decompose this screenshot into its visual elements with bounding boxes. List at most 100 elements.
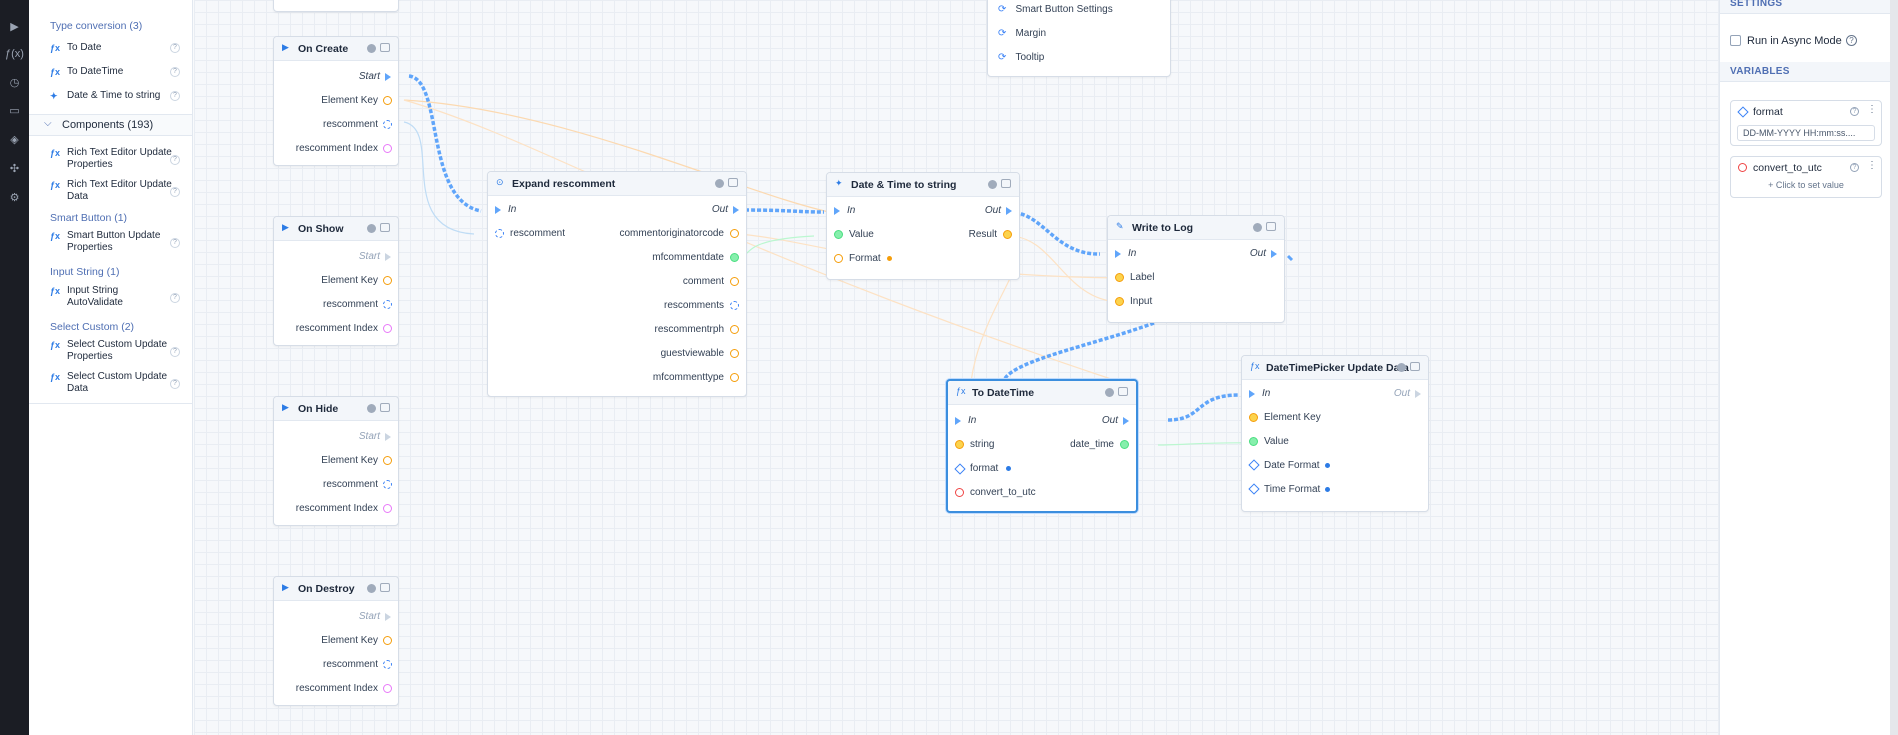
node-header[interactable]: ▶ On Destroy (274, 577, 398, 601)
info-icon[interactable] (367, 44, 376, 53)
comment-icon[interactable] (1410, 362, 1420, 371)
info-icon[interactable] (715, 179, 724, 188)
node-header[interactable]: ▶ On Hide (274, 397, 398, 421)
menu-item-tooltip[interactable]: ⟳ Tooltip (998, 51, 1044, 63)
library-item-rte-update-properties[interactable]: ƒx Rich Text Editor Update Properties ? (50, 147, 190, 171)
help-icon[interactable]: ? (170, 379, 180, 389)
library-item-to-datetime[interactable]: ƒx To DateTime ? (50, 66, 190, 78)
comment-icon[interactable] (1266, 222, 1276, 231)
comment-icon[interactable] (380, 43, 390, 52)
exec-in-pin[interactable] (495, 206, 501, 214)
info-icon[interactable] (1253, 223, 1262, 232)
node-header[interactable]: ⊙ Expand rescomment (488, 172, 746, 196)
exec-out-pin[interactable] (1271, 250, 1277, 258)
play-icon[interactable]: ▶ (0, 16, 29, 38)
comment-icon[interactable] (380, 223, 390, 232)
data-pin-blue[interactable] (383, 300, 392, 309)
id-card-icon[interactable]: ▭ (0, 100, 29, 122)
data-pin-orange[interactable] (383, 636, 392, 645)
node-datetime-to-string[interactable]: ✦ Date & Time to string In Out Value Res… (826, 172, 1020, 280)
info-icon[interactable] (367, 224, 376, 233)
help-icon[interactable]: ? (1846, 35, 1857, 46)
exec-out-pin[interactable] (733, 206, 739, 214)
exec-out-pin[interactable] (385, 73, 391, 81)
library-item-rte-update-data[interactable]: ƒx Rich Text Editor Update Data ? (50, 179, 190, 203)
data-pin-diamond[interactable] (1248, 483, 1260, 495)
data-pin-orange[interactable] (955, 440, 964, 449)
data-pin-orange[interactable] (730, 349, 739, 358)
exec-in-pin[interactable] (1115, 250, 1121, 258)
help-icon[interactable]: ? (170, 43, 180, 53)
node-datetimepicker-update-data[interactable]: ƒx DateTimePicker Update Data In Out Ele… (1241, 355, 1429, 512)
data-pin-blue[interactable] (383, 120, 392, 129)
node-header[interactable]: ƒx DateTimePicker Update Data (1242, 356, 1428, 380)
more-icon[interactable]: ⋮ (1867, 104, 1877, 115)
data-pin-orange[interactable] (1003, 230, 1012, 239)
comment-icon[interactable] (728, 178, 738, 187)
data-pin-orange[interactable] (730, 277, 739, 286)
node-header[interactable]: ƒx To DateTime (948, 381, 1136, 405)
help-icon[interactable]: ? (1850, 107, 1859, 116)
node-to-datetime[interactable]: ƒx To DateTime In Out string date_time f… (946, 379, 1138, 513)
exec-out-pin[interactable] (1123, 417, 1129, 425)
shapes-icon[interactable]: ◈ (0, 129, 29, 151)
data-pin-orange[interactable] (730, 373, 739, 382)
variable-card-format[interactable]: format ? ⋮ DD-MM-YYYY HH:mm:ss.... (1730, 100, 1882, 146)
data-pin-diamond[interactable] (954, 463, 966, 475)
data-pin-green[interactable] (730, 253, 739, 262)
help-icon[interactable]: ? (170, 91, 180, 101)
flow-canvas[interactable]: ⟳ Smart Button Settings ⟳ Margin ⟳ Toolt… (194, 0, 1719, 735)
exec-out-pin[interactable] (1415, 390, 1421, 398)
components-section-toggle[interactable]: ⌵ Components (193) (29, 114, 192, 136)
node-write-to-log[interactable]: ✎ Write to Log In Out Label Input (1107, 215, 1285, 323)
comment-icon[interactable] (1118, 387, 1128, 396)
exec-in-pin[interactable] (834, 207, 840, 215)
exec-out-pin[interactable] (385, 613, 391, 621)
library-item-smart-button-update-properties[interactable]: ƒx Smart Button Update Properties ? (50, 230, 190, 254)
data-pin-blue[interactable] (730, 301, 739, 310)
menu-item-margin[interactable]: ⟳ Margin (998, 27, 1046, 39)
info-icon[interactable] (988, 180, 997, 189)
node-header[interactable]: ▶ On Show (274, 217, 398, 241)
event-node-on-hide[interactable]: ▶ On Hide Start Element Key rescomment r… (273, 396, 399, 526)
help-icon[interactable]: ? (170, 293, 180, 303)
exec-in-pin[interactable] (1249, 390, 1255, 398)
data-pin-green[interactable] (1120, 440, 1129, 449)
data-pin-green[interactable] (1249, 437, 1258, 446)
data-pin-orange[interactable] (1115, 273, 1124, 282)
group-smart-button[interactable]: Smart Button (1) (50, 212, 127, 224)
data-pin-orange[interactable] (1249, 413, 1258, 422)
data-pin-pink[interactable] (383, 504, 392, 513)
gear-icon[interactable]: ⚙ (0, 187, 29, 209)
variable-card-convert-to-utc[interactable]: convert_to_utc ? ⋮ + Click to set value (1730, 156, 1882, 198)
exec-in-pin[interactable] (955, 417, 961, 425)
data-pin-orange[interactable] (383, 276, 392, 285)
data-pin-green[interactable] (834, 230, 843, 239)
data-pin-orange[interactable] (383, 96, 392, 105)
scrollbar[interactable] (1890, 0, 1898, 735)
info-icon[interactable] (367, 404, 376, 413)
menu-item-smart-button-settings[interactable]: ⟳ Smart Button Settings (998, 3, 1113, 15)
node-header[interactable]: ▶ On Create (274, 37, 398, 61)
help-icon[interactable]: ? (1850, 163, 1859, 172)
data-pin-diamond[interactable] (1248, 459, 1260, 471)
function-icon[interactable]: ƒ(x) (0, 43, 29, 65)
help-icon[interactable]: ? (170, 187, 180, 197)
group-input-string[interactable]: Input String (1) (50, 266, 119, 278)
node-header[interactable]: ✎ Write to Log (1108, 216, 1284, 240)
event-node-on-show[interactable]: ▶ On Show Start Element Key rescomment r… (273, 216, 399, 346)
data-pin-orange[interactable] (730, 229, 739, 238)
data-pin-orange[interactable] (730, 325, 739, 334)
info-icon[interactable] (1397, 363, 1406, 372)
node-expand-rescomment[interactable]: ⊙ Expand rescomment In Out rescomment co… (487, 171, 747, 397)
data-pin-orange[interactable] (383, 456, 392, 465)
library-item-select-custom-update-data[interactable]: ƒx Select Custom Update Data ? (50, 371, 190, 395)
timer-icon[interactable]: ◷ (0, 72, 29, 94)
help-icon[interactable]: ? (170, 347, 180, 357)
library-item-to-date[interactable]: ƒx To Date ? (50, 42, 190, 54)
info-icon[interactable] (367, 584, 376, 593)
library-item-input-string-autovalidate[interactable]: ƒx Input String AutoValidate ? (50, 285, 190, 309)
data-pin-pink[interactable] (383, 144, 392, 153)
format-value-input[interactable]: DD-MM-YYYY HH:mm:ss.... (1737, 125, 1875, 141)
data-pin-blue[interactable] (383, 480, 392, 489)
